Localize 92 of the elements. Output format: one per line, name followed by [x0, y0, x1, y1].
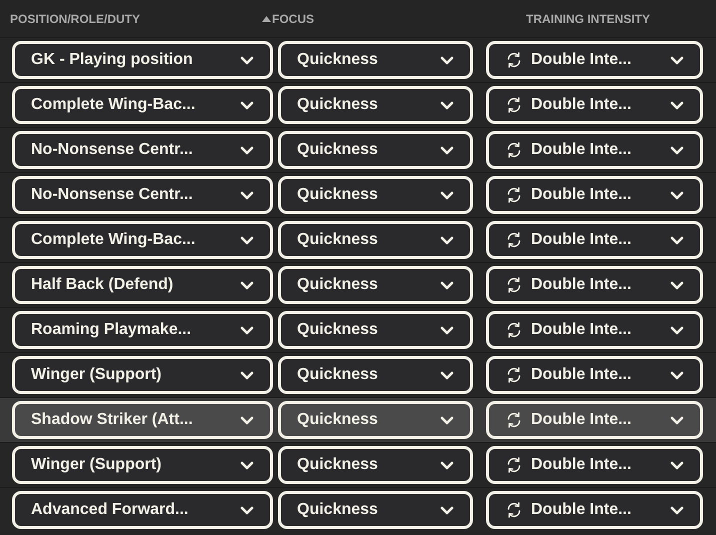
intensity-dropdown[interactable]: Double Inte... — [486, 446, 703, 484]
chevron-down-icon — [440, 280, 454, 290]
chevron-down-icon — [670, 190, 684, 200]
table-row[interactable]: No-Nonsense Centr... Quickness Double Inte... — [0, 127, 716, 172]
focus-dropdown[interactable]: Quickness — [278, 41, 473, 79]
role-dropdown[interactable]: Half Back (Defend) — [12, 266, 273, 304]
focus-dropdown[interactable]: Quickness — [278, 311, 473, 349]
chevron-down-icon — [240, 506, 254, 514]
chevron-down-icon — [240, 56, 254, 64]
table-row[interactable]: GK - Playing position Quickness Double Inte... — [0, 37, 716, 82]
column-header[interactable]: TRAINING INTENSITY — [526, 10, 650, 28]
refresh-icon — [505, 501, 523, 519]
intensity-dropdown[interactable]: Double Inte... — [486, 491, 703, 529]
chevron-down-icon — [670, 146, 684, 154]
chevron-down-icon — [240, 416, 254, 424]
chevron-down-icon — [240, 146, 254, 154]
chevron-down-icon — [670, 236, 684, 244]
refresh-icon — [505, 276, 523, 294]
intensity-dropdown[interactable]: Double Inte... — [486, 401, 703, 439]
chevron-down-icon — [440, 416, 454, 424]
intensity-dropdown[interactable]: Double Inte... — [486, 311, 703, 349]
role-dropdown[interactable]: No-Nonsense Centr... — [12, 176, 273, 214]
chevron-down-icon — [670, 460, 684, 470]
refresh-icon — [505, 411, 523, 429]
focus-dropdown[interactable]: Quickness — [278, 176, 473, 214]
refresh-icon — [505, 366, 523, 384]
chevron-down-icon — [440, 190, 454, 200]
table-row[interactable]: Shadow Striker (Att... Quickness Double Inte... — [0, 397, 716, 442]
refresh-icon — [505, 141, 523, 159]
chevron-down-icon — [670, 506, 684, 514]
sort-ascending-icon — [262, 16, 271, 22]
intensity-dropdown[interactable]: Double Inte... — [486, 356, 703, 394]
focus-dropdown[interactable]: Quickness — [278, 401, 473, 439]
table-row[interactable]: Winger (Support) Quickness Double Inte... — [0, 352, 716, 397]
chevron-down-icon — [240, 190, 254, 200]
focus-dropdown[interactable]: Quickness — [278, 221, 473, 259]
role-dropdown[interactable]: Complete Wing-Bac... — [12, 86, 273, 124]
intensity-dropdown[interactable]: Double Inte... — [486, 41, 703, 79]
refresh-icon — [505, 186, 523, 204]
chevron-down-icon — [440, 56, 454, 64]
role-dropdown[interactable]: GK - Playing position — [12, 41, 273, 79]
focus-dropdown[interactable]: Quickness — [278, 266, 473, 304]
column-header[interactable]: POSITION/ROLE/DUTY — [10, 10, 140, 28]
chevron-down-icon — [240, 280, 254, 290]
role-dropdown[interactable]: Winger (Support) — [12, 446, 273, 484]
role-dropdown[interactable]: No-Nonsense Centr... — [12, 131, 273, 169]
table-row[interactable]: Half Back (Defend) Quickness Double Inte... — [0, 262, 716, 307]
chevron-down-icon — [670, 370, 684, 380]
focus-dropdown[interactable]: Quickness — [278, 131, 473, 169]
chevron-down-icon — [670, 416, 684, 424]
chevron-down-icon — [670, 326, 684, 334]
chevron-down-icon — [240, 370, 254, 380]
table-row[interactable]: Winger (Support) Quickness Double Inte... — [0, 442, 716, 487]
focus-dropdown[interactable]: Quickness — [278, 446, 473, 484]
column-header[interactable]: FOCUS — [262, 10, 314, 28]
refresh-icon — [505, 51, 523, 69]
intensity-dropdown[interactable]: Double Inte... — [486, 86, 703, 124]
chevron-down-icon — [440, 370, 454, 380]
chevron-down-icon — [440, 326, 454, 334]
chevron-down-icon — [240, 460, 254, 470]
intensity-dropdown[interactable]: Double Inte... — [486, 266, 703, 304]
intensity-dropdown[interactable]: Double Inte... — [486, 176, 703, 214]
intensity-dropdown[interactable]: Double Inte... — [486, 131, 703, 169]
chevron-down-icon — [240, 326, 254, 334]
chevron-down-icon — [440, 506, 454, 514]
role-dropdown[interactable]: Advanced Forward... — [12, 491, 273, 529]
table-row[interactable]: Complete Wing-Bac... Quickness Double Inte... — [0, 217, 716, 262]
chevron-down-icon — [240, 236, 254, 244]
table-row[interactable]: Roaming Playmake... Quickness Double Inte... — [0, 307, 716, 352]
intensity-dropdown[interactable]: Double Inte... — [486, 221, 703, 259]
refresh-icon — [505, 321, 523, 339]
refresh-icon — [505, 456, 523, 474]
focus-dropdown[interactable]: Quickness — [278, 491, 473, 529]
chevron-down-icon — [440, 460, 454, 470]
chevron-down-icon — [670, 100, 684, 110]
focus-dropdown[interactable]: Quickness — [278, 356, 473, 394]
focus-dropdown[interactable]: Quickness — [278, 86, 473, 124]
table-row[interactable]: No-Nonsense Centr... Quickness Double Inte... — [0, 172, 716, 217]
role-dropdown[interactable]: Shadow Striker (Att... — [12, 401, 273, 439]
chevron-down-icon — [440, 236, 454, 244]
chevron-down-icon — [440, 100, 454, 110]
chevron-down-icon — [670, 280, 684, 290]
refresh-icon — [505, 231, 523, 249]
chevron-down-icon — [670, 56, 684, 64]
chevron-down-icon — [240, 100, 254, 110]
role-dropdown[interactable]: Winger (Support) — [12, 356, 273, 394]
table-row[interactable]: Complete Wing-Bac... Quickness Double Inte... — [0, 82, 716, 127]
table-row[interactable]: Advanced Forward... Quickness Double Inte... — [0, 487, 716, 532]
role-dropdown[interactable]: Roaming Playmake... — [12, 311, 273, 349]
refresh-icon — [505, 96, 523, 114]
role-dropdown[interactable]: Complete Wing-Bac... — [12, 221, 273, 259]
chevron-down-icon — [440, 146, 454, 154]
